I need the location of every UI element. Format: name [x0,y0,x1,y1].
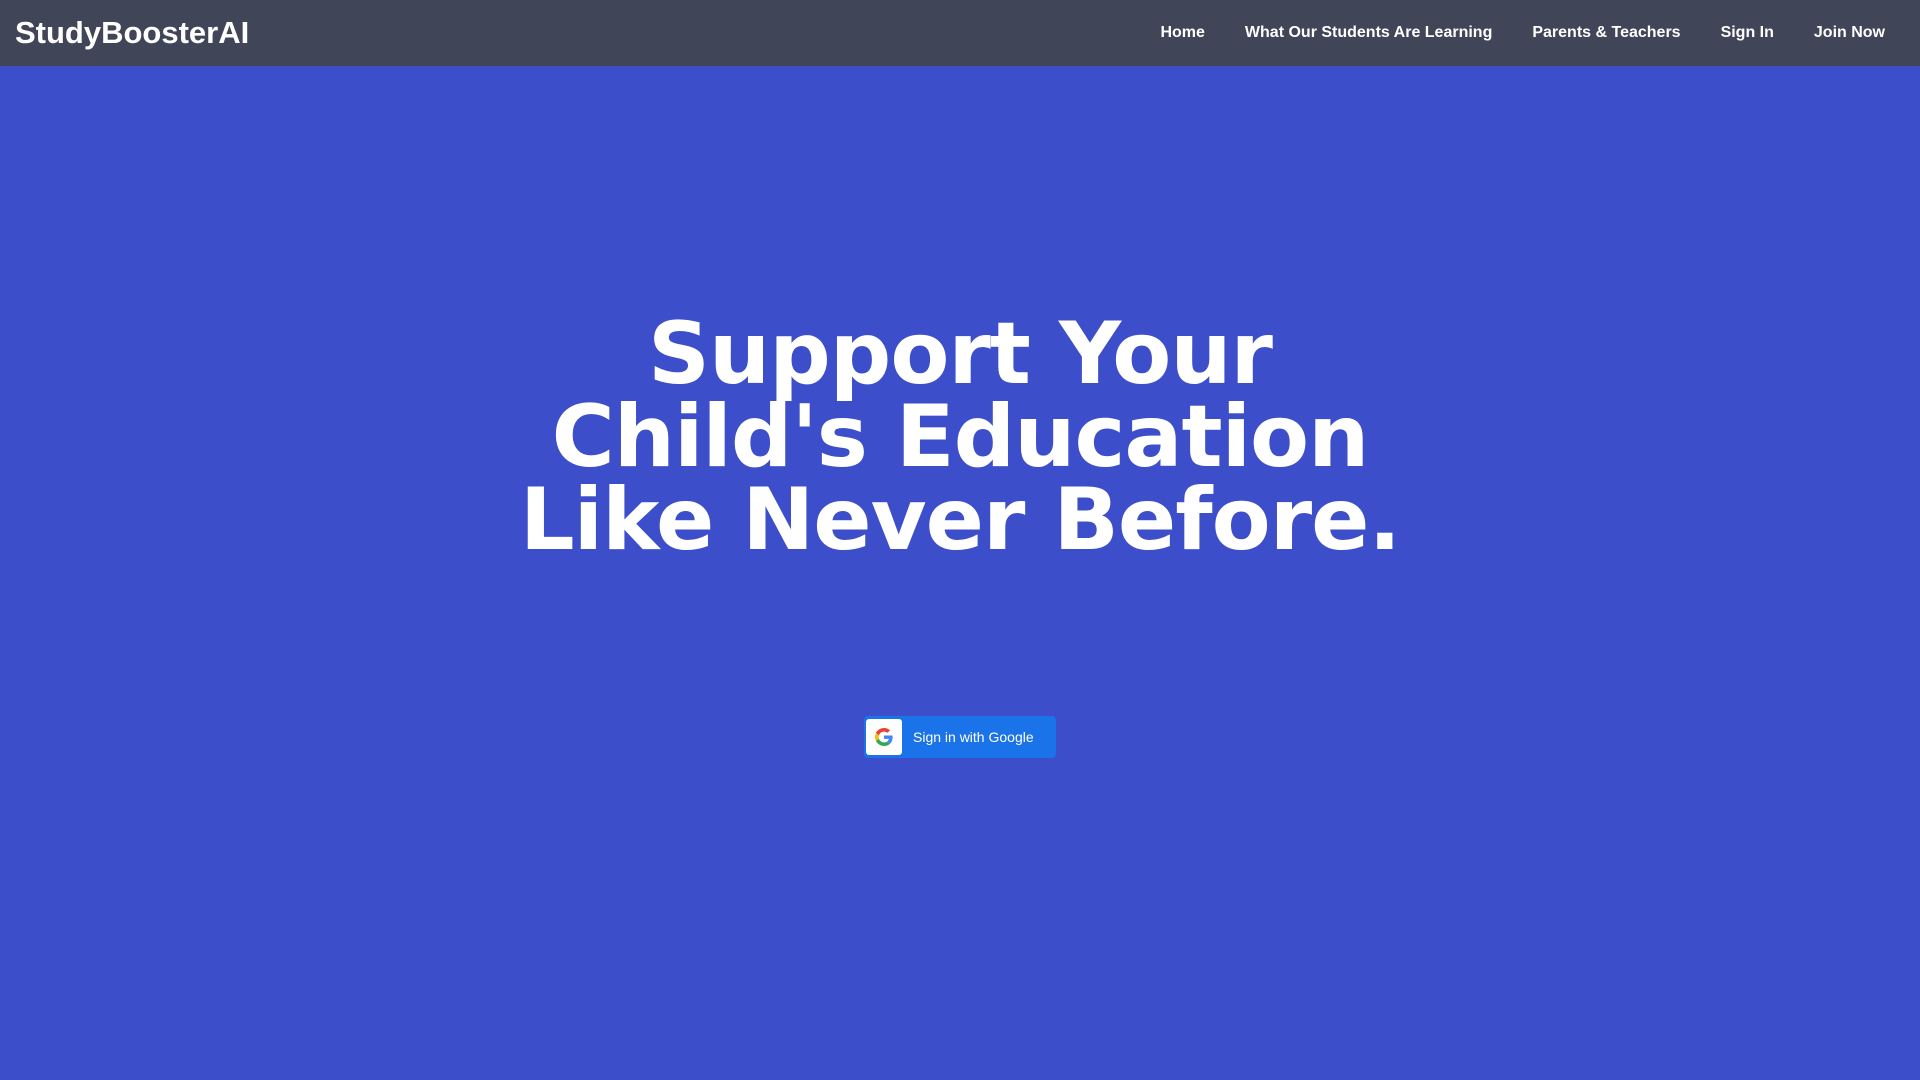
hero-title-line-1: Support Your [648,304,1273,404]
hero-title: Support Your Child's Education Like Neve… [0,304,1920,570]
top-navbar: StudyBoosterAI Home What Our Students Ar… [0,0,1920,66]
hero-section [0,66,1920,1080]
nav-link-join-now[interactable]: Join Now [1814,24,1885,42]
nav-links: Home What Our Students Are Learning Pare… [1120,0,1905,66]
google-g-icon [866,719,902,755]
google-button-label: Sign in with Google [913,729,1034,745]
hero-title-line-2: Child's Education [551,387,1370,487]
nav-link-home[interactable]: Home [1160,24,1204,42]
brand-logo[interactable]: StudyBoosterAI [15,15,249,51]
nav-link-sign-in[interactable]: Sign In [1721,24,1774,42]
sign-in-with-google-button[interactable]: Sign in with Google [864,716,1056,758]
nav-link-parents-teachers[interactable]: Parents & Teachers [1532,24,1680,42]
hero-title-line-3: Like Never Before. [519,470,1401,570]
nav-link-what-students-learning[interactable]: What Our Students Are Learning [1245,24,1492,42]
